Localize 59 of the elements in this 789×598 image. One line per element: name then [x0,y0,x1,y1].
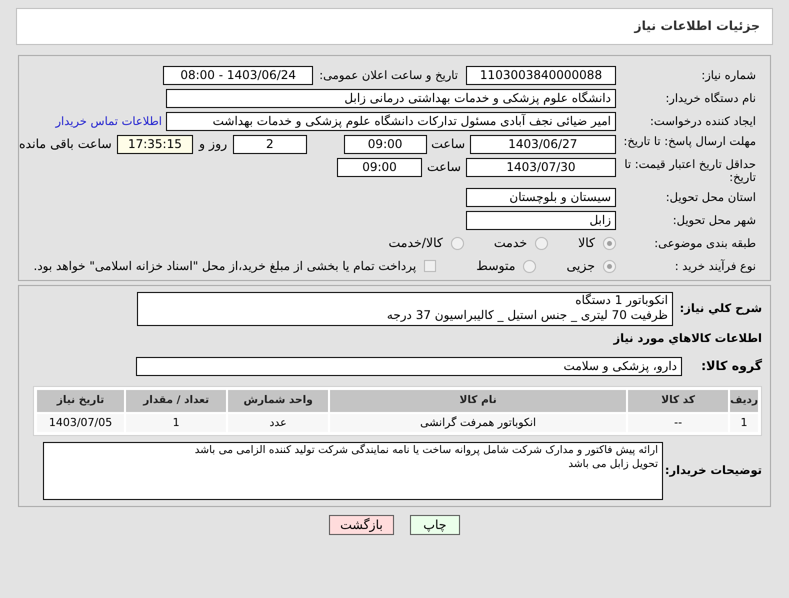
column-header: نام کالا [330,390,626,412]
print-button[interactable]: چاپ [410,514,460,535]
column-header: واحد شمارش [228,390,328,412]
time-label: ساعت [430,135,466,153]
field-label: شرح کلي نياز: [678,301,762,316]
field-label: نوع فرآیند خرید : [674,260,756,273]
radio-label: خدمت [494,234,528,252]
text-field[interactable]: امیر ضیائی نجف آبادی مسئول تدارکات دانشگاه علوم پزشکی و خدمات بهداشت [166,112,616,131]
radio-label: کالا/خدمت [388,234,443,252]
field-label: تاریخ و ساعت اعلان عمومی: [319,66,458,84]
text-field[interactable]: 09:00 [337,158,422,177]
text-field[interactable]: 1403/06/27 [470,135,616,154]
remaining-label: ساعت باقی مانده [19,135,112,153]
back-button[interactable]: بازگشت [329,514,394,535]
notes-line: تحویل زابل می باشد [567,456,658,471]
buyer-contact-link[interactable]: اطلاعات تماس خریدار [55,112,162,130]
text-field[interactable]: سیستان و بلوچستان [466,188,616,207]
text-field[interactable]: 17:35:15 [116,135,194,154]
field-label: حداقل تاریخ اعتبار قیمت: تا تاریخ: [623,158,756,184]
description-line: ظرفیت 70 لیتری _ جنس استیل _ کالیبراسیون 37 درجه [386,308,668,322]
text-field[interactable]: دانشگاه علوم پزشکی و خدمات بهداشتی درمانی زابل [166,89,616,108]
field-label: توضیحات خریدار: [667,462,762,480]
table-cell: 1 [730,414,758,432]
text-field[interactable]: 1103003840000088 [466,66,616,85]
text-field[interactable]: 09:00 [344,135,427,154]
field-label: گروه کالا: [700,356,762,375]
table-cell: 1 [126,414,226,432]
field-label: نام دستگاه خریدار: [664,92,756,105]
field-label: ایجاد کننده درخواست: [649,115,756,128]
description-line: انکوباتور 1 دستگاه [574,292,668,308]
table-cell: -- [628,414,728,432]
notes-line: ارائه پیش فاکتور و مدارک شرکت شامل پروانه ساخت یا نامه نمایندگی شرکت تولید کننده الزامی می باشد [194,442,658,457]
text-field[interactable]: 1403/07/30 [466,158,616,177]
page-title: جزئیات اطلاعات نیاز [634,17,760,36]
text-field[interactable]: زابل [466,211,616,230]
column-header: تاریخ نیاز [37,390,124,412]
field-label: طبقه بندی موضوعی: [653,236,756,250]
field-label: شهر محل تحویل: [672,214,756,227]
payment-note: پرداخت تمام یا بخشی از مبلغ خرید،از محل "اسناد خزانه اسلامی" خواهد بود. [34,258,416,276]
text-field[interactable]: دارو، پزشکی و سلامت [136,356,682,376]
description-box[interactable]: انکوباتور 1 دستگاه ظرفیت 70 لیتری _ جنس استیل _ کالیبراسیون 37 درجه [137,292,673,326]
radio-label: جزیی [566,256,595,275]
column-header: تعداد / مقدار [126,390,226,412]
text-field[interactable]: 1403/06/24 - 08:00 [163,66,314,85]
column-header: ردیف [730,390,758,412]
radio-label: متوسط [476,256,516,275]
time-label: ساعت [426,158,462,176]
field-label: استان محل تحویل: [664,191,756,204]
notes-box[interactable]: ارائه پیش فاکتور و مدارک شرکت شامل پروانه ساخت یا نامه نمایندگی شرکت تولید کننده الزامی می باشد تحویل زابل می باشد [43,442,663,500]
text-field[interactable]: 2 [233,135,307,154]
radio-label: کالا [578,234,595,252]
field-label: مهلت ارسال پاسخ: تا تاریخ: [622,135,756,148]
column-header: کد کالا [628,390,728,412]
field-label: شماره نیاز: [700,69,756,82]
table-cell: 1403/07/05 [37,414,124,432]
table-cell: انکوباتور همرفت گرانشی [330,414,626,432]
table-cell: عدد [228,414,328,432]
days-label: روز و [199,135,228,153]
section-title: اطلاعات کالاهاي مورد نياز [612,330,762,347]
